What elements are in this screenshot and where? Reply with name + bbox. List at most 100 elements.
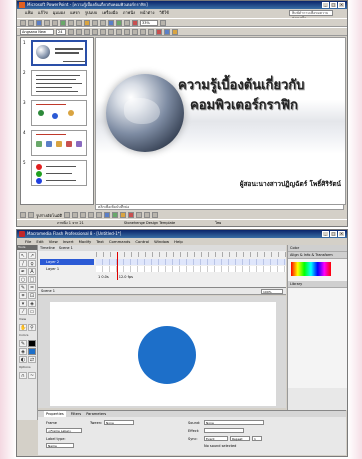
save-icon[interactable] bbox=[36, 19, 42, 26]
menu-edit[interactable]: แก้ไข bbox=[38, 9, 48, 17]
ink-bottle-tool-icon[interactable]: ▾ bbox=[19, 300, 27, 307]
layer-row[interactable]: Layer 1 bbox=[40, 266, 94, 272]
library-panel-header[interactable]: Library bbox=[288, 281, 347, 288]
swap-colors-icon[interactable]: ⇄ bbox=[28, 356, 36, 363]
help-icon[interactable] bbox=[160, 19, 166, 26]
stroke-color-swatch[interactable] bbox=[28, 340, 36, 347]
color-spectrum[interactable] bbox=[291, 262, 331, 276]
bullets-icon[interactable] bbox=[132, 28, 138, 35]
arrow-icon[interactable] bbox=[72, 212, 79, 218]
stage[interactable] bbox=[50, 302, 276, 406]
align-right-icon[interactable] bbox=[116, 28, 122, 35]
tab-parameters[interactable]: Parameters bbox=[86, 411, 106, 417]
print-icon[interactable] bbox=[44, 19, 50, 26]
tab-properties[interactable]: Properties bbox=[44, 411, 66, 417]
menu-insert[interactable]: แทรก bbox=[70, 9, 80, 17]
slide-title[interactable]: ความรู้เบื้องต้นเกี่ยวกับ คอมพิวเตอร์กรา… bbox=[178, 76, 343, 116]
text-tool-icon[interactable]: A bbox=[28, 268, 36, 275]
copy-icon[interactable] bbox=[76, 19, 82, 26]
thumb-slide-boxes[interactable] bbox=[31, 130, 87, 156]
layer-frames[interactable] bbox=[96, 259, 286, 265]
sound-select[interactable]: None bbox=[204, 420, 264, 425]
pencil-tool-icon[interactable]: ✎ bbox=[19, 284, 27, 291]
menu-format[interactable]: รูปแบบ bbox=[85, 9, 97, 17]
menu-help[interactable]: วิธีใช้ bbox=[159, 9, 168, 17]
menu-window[interactable]: Window bbox=[154, 238, 169, 245]
notes-pane[interactable]: คลิกเพื่อเพิ่มบันทึกย่อ bbox=[95, 204, 344, 210]
show-formatting-icon[interactable] bbox=[124, 19, 130, 26]
font-size-combo[interactable]: 24 bbox=[56, 28, 66, 35]
underline-icon[interactable] bbox=[84, 28, 90, 35]
open-icon[interactable] bbox=[28, 19, 34, 26]
redo-icon[interactable] bbox=[100, 19, 106, 26]
color-mixer[interactable] bbox=[288, 259, 347, 281]
new-slide-icon[interactable] bbox=[172, 28, 178, 35]
brush-tool-icon[interactable]: ♒ bbox=[28, 284, 36, 291]
subselection-tool-icon[interactable]: ↗ bbox=[28, 252, 36, 259]
rectangle-tool-icon[interactable]: □ bbox=[28, 276, 36, 283]
italic-icon[interactable] bbox=[76, 28, 82, 35]
bold-icon[interactable] bbox=[68, 28, 74, 35]
zoom-combo[interactable]: 33% bbox=[140, 19, 158, 26]
frame-ruler[interactable] bbox=[96, 252, 286, 257]
paint-bucket-tool-icon[interactable]: ◈ bbox=[28, 300, 36, 307]
numbering-icon[interactable] bbox=[124, 28, 130, 35]
tab-filters[interactable]: Filters bbox=[71, 411, 82, 417]
black-white-icon[interactable]: ◐ bbox=[19, 356, 27, 363]
paste-icon[interactable] bbox=[84, 19, 90, 26]
layer-row[interactable]: Layer 2 bbox=[40, 259, 94, 265]
menu-text[interactable]: Text bbox=[96, 238, 104, 245]
zoom-combo[interactable]: 100% bbox=[261, 289, 283, 294]
slide-thumbnail[interactable]: 1 bbox=[21, 38, 93, 68]
close-icon[interactable]: × bbox=[338, 2, 345, 8]
menu-window[interactable]: หน้าต่าง bbox=[140, 9, 154, 17]
wordart-icon[interactable] bbox=[104, 212, 111, 218]
spelling-icon[interactable] bbox=[60, 19, 66, 26]
menu-slideshow[interactable]: ภาพนิ่ง bbox=[123, 9, 135, 17]
align-left-icon[interactable] bbox=[100, 28, 106, 35]
insert-chart-icon[interactable] bbox=[108, 19, 114, 26]
eraser-tool-icon[interactable]: ▭ bbox=[28, 308, 36, 315]
repeat-count-input[interactable]: 1 bbox=[252, 436, 262, 441]
slide-thumbnail[interactable]: 5 bbox=[21, 158, 93, 188]
font-color-draw-icon[interactable] bbox=[136, 212, 143, 218]
menu-modify[interactable]: Modify bbox=[79, 238, 92, 245]
tween-select[interactable]: None bbox=[104, 420, 134, 425]
maximize-icon[interactable]: □ bbox=[330, 2, 337, 8]
line-style-icon[interactable] bbox=[144, 212, 151, 218]
undo-icon[interactable] bbox=[92, 19, 98, 26]
thumb-slide-diagram[interactable] bbox=[31, 100, 87, 126]
scene-label[interactable]: Scene 1 bbox=[41, 289, 55, 293]
line-color-icon[interactable] bbox=[128, 212, 135, 218]
shadow-icon[interactable] bbox=[92, 28, 98, 35]
slide-thumbnail[interactable]: 3 bbox=[21, 98, 93, 128]
layer-frames[interactable] bbox=[96, 266, 286, 272]
slide-thumbnail[interactable]: 2 bbox=[21, 68, 93, 98]
thumb-slide-text[interactable] bbox=[31, 70, 87, 96]
increase-font-icon[interactable] bbox=[140, 28, 146, 35]
menu-control[interactable]: Control bbox=[135, 238, 149, 245]
color-panel-header[interactable]: Color bbox=[288, 245, 347, 252]
zoom-tool-icon[interactable]: ⚲ bbox=[28, 324, 36, 331]
clipart-icon[interactable] bbox=[112, 212, 119, 218]
draw-menu-icon[interactable] bbox=[20, 212, 26, 218]
thumb-slide-title[interactable] bbox=[31, 40, 87, 66]
textbox-icon[interactable] bbox=[96, 212, 103, 218]
design-icon[interactable] bbox=[164, 28, 170, 35]
minimize-icon[interactable]: _ bbox=[322, 2, 329, 8]
maximize-icon[interactable]: □ bbox=[330, 231, 337, 237]
fill-color-icon[interactable] bbox=[120, 212, 127, 218]
lasso-tool-icon[interactable]: ϙ bbox=[28, 260, 36, 267]
blue-circle-shape[interactable] bbox=[138, 326, 196, 384]
slide-author[interactable]: ผู้สอน:นางสาวปฏิญฉัตร์ โพธิ์ศิริรัตน์ bbox=[240, 179, 341, 189]
fill-color-icon[interactable]: ◈ bbox=[19, 348, 27, 355]
fill-color-swatch[interactable] bbox=[28, 348, 36, 355]
repeat-select[interactable]: Repeat bbox=[230, 436, 250, 441]
snap-icon[interactable]: ∩ bbox=[19, 372, 27, 379]
decrease-font-icon[interactable] bbox=[148, 28, 154, 35]
cut-icon[interactable] bbox=[68, 19, 74, 26]
label-type-select[interactable]: Name bbox=[46, 443, 74, 448]
pen-tool-icon[interactable]: ✒ bbox=[19, 268, 27, 275]
new-icon[interactable] bbox=[20, 19, 26, 26]
autoshapes-menu[interactable]: รูปร่างอัตโนมัติ bbox=[36, 212, 62, 219]
